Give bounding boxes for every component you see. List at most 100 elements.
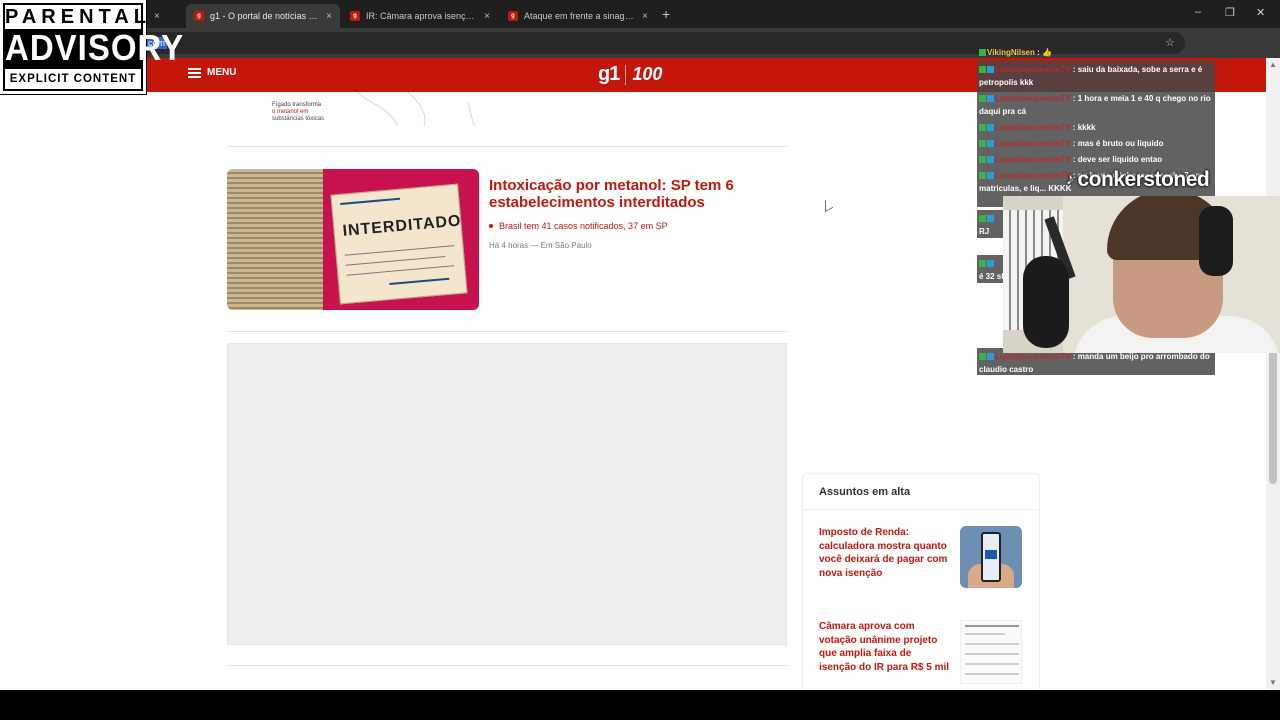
notice-heading: INTERDITADO	[341, 212, 463, 240]
chat-badge-icon	[979, 172, 986, 180]
hamburger-icon	[188, 67, 201, 78]
chat-badge-icon	[979, 49, 986, 57]
close-window-button[interactable]: ✕	[1256, 6, 1265, 19]
chat-badge-icon	[979, 95, 986, 103]
maximize-button[interactable]: ❐	[1225, 6, 1235, 19]
trending-title: Assuntos em alta	[819, 486, 911, 498]
scrollbar-thumb[interactable]	[1269, 348, 1277, 484]
screen: × g g1 - O portal de notícias da Globo ×…	[0, 0, 1280, 720]
tab-title: g1 - O portal de notícias da Globo	[210, 11, 320, 21]
chat-badge-icon	[979, 353, 986, 361]
notice-line	[345, 256, 446, 266]
browser-tab-bar: × g g1 - O portal de notícias da Globo ×…	[0, 0, 1280, 28]
chat-badge-icon	[987, 353, 994, 361]
trending-item-text[interactable]: Câmara aprova com votação unânime projet…	[819, 620, 951, 674]
article-headline[interactable]: Intoxicação por metanol: SP tem 6 estabe…	[489, 177, 779, 211]
chat-badge-icon	[987, 156, 994, 164]
streamer-handle: ♪ conkerstoned	[1066, 168, 1210, 192]
receita-logo-icon	[985, 550, 997, 559]
microphone-icon	[1023, 256, 1069, 348]
notice-line	[344, 245, 455, 256]
trending-thumbnail[interactable]	[960, 620, 1022, 684]
chat-message: LucasInnocencioTV : saiu da baixada, sob…	[977, 61, 1215, 90]
chat-badge-icon	[979, 124, 986, 132]
close-tab-icon[interactable]: ×	[642, 11, 648, 22]
chat-message: LucasInnocencioTV : mas é bruto ou liqui…	[977, 135, 1215, 151]
g1-logo-text: g1	[598, 63, 620, 85]
article-meta: Há 4 horas — Em São Paulo	[489, 241, 592, 250]
anniversary-100-logo: 100	[632, 64, 663, 84]
tiktok-icon: ♪	[1066, 171, 1074, 188]
chat-username: VikingNilsen	[987, 48, 1035, 57]
chat-text: deve ser liquido entao	[1077, 155, 1163, 164]
g1-favicon-icon: g	[508, 11, 518, 21]
new-tab-button[interactable]: +	[662, 6, 670, 22]
shutter-graphic	[227, 169, 327, 310]
close-tab-icon[interactable]: ×	[326, 11, 332, 22]
ad-placeholder	[227, 343, 787, 645]
advisory-line-2: ADVISORY	[5, 27, 185, 68]
webcam-feed	[1003, 196, 1280, 353]
table-line	[965, 633, 1005, 635]
browser-tab[interactable]: g Ataque em frente a sinagoga d ×	[500, 4, 656, 28]
browser-tab-active[interactable]: g g1 - O portal de notícias da Globo ×	[186, 4, 340, 28]
table-line	[965, 653, 1019, 655]
browser-tab[interactable]: ×	[146, 4, 184, 28]
close-tab-icon[interactable]: ×	[484, 11, 490, 22]
notice-line	[340, 197, 401, 205]
chat-username: LucasInnocencioTV	[995, 94, 1071, 103]
chat-username: LucasInnocencioTV	[995, 123, 1071, 132]
chat-message: LucasInnocencioTV : 1 hora e meia 1 e 40…	[977, 90, 1215, 119]
chat-username: LucasInnocencioTV	[995, 139, 1071, 148]
trending-item[interactable]: Imposto de Renda: calculadora mostra qua…	[819, 526, 1025, 590]
trending-item-text[interactable]: Imposto de Renda: calculadora mostra qua…	[819, 526, 951, 580]
chat-username: LucasInnocencioTV	[995, 65, 1071, 74]
related-link-text: Brasil tem 41 casos notificados, 37 em S…	[499, 221, 668, 231]
chat-badge-icon	[979, 260, 986, 268]
page-scrollbar[interactable]: ▲ ▼	[1266, 58, 1280, 690]
menu-label: MENU	[207, 67, 237, 78]
scroll-down-icon[interactable]: ▼	[1269, 678, 1277, 687]
chat-username: LucasInnocencioTV	[995, 171, 1071, 180]
scroll-up-icon[interactable]: ▲	[1269, 60, 1277, 69]
chat-badge-icon	[987, 172, 994, 180]
chat-badge-icon	[987, 124, 994, 132]
chat-text: RJ	[979, 227, 990, 236]
trending-item[interactable]: Câmara aprova com votação unânime projet…	[819, 620, 1025, 684]
notice-line	[346, 265, 455, 276]
chat-badge-icon	[987, 95, 994, 103]
chat-text: é 32 sl	[979, 272, 1004, 281]
table-line	[965, 673, 1019, 675]
advisory-line-1: PARENTAL	[5, 5, 151, 29]
trending-box: Assuntos em alta Imposto de Renda: calcu…	[802, 473, 1040, 698]
minimize-button[interactable]: –	[1195, 6, 1201, 18]
table-line	[965, 625, 1019, 627]
headphones-icon	[1199, 206, 1233, 276]
previous-article-image[interactable]: Fígado transforma o metanol em substânci…	[268, 92, 478, 126]
site-logo[interactable]: g1 100	[598, 63, 662, 86]
related-link[interactable]: Brasil tem 41 casos notificados, 37 em S…	[489, 221, 668, 231]
chat-badge-icon	[979, 140, 986, 148]
chat-badge-icon	[979, 215, 986, 223]
article-image[interactable]: INTERDITADO	[227, 169, 479, 310]
chat-text: kkkk	[1077, 123, 1096, 132]
parental-advisory-label: PARENTAL ADVISORY EXPLICIT CONTENT	[0, 0, 185, 95]
chat-badge-icon	[987, 260, 994, 268]
notice-line	[389, 277, 450, 285]
trending-thumbnail[interactable]	[960, 526, 1022, 588]
divider	[803, 509, 1039, 510]
chat-message: VikingNilsen : 👍	[977, 44, 1215, 60]
divider	[227, 665, 787, 666]
logo-divider	[625, 64, 627, 85]
close-tab-icon[interactable]: ×	[154, 11, 160, 22]
g1-favicon-icon: g	[194, 11, 204, 21]
table-line	[965, 663, 1019, 665]
g1-favicon-icon: g	[350, 11, 360, 21]
streamer-name: conkerstoned	[1077, 168, 1210, 191]
chat-badge-icon	[987, 66, 994, 74]
menu-button[interactable]: MENU	[188, 67, 236, 78]
chat-message: LucasInnocencioTV : kkkk	[977, 119, 1215, 135]
chat-badge-icon	[979, 66, 986, 74]
liver-sketch-icon	[357, 92, 475, 126]
browser-tab[interactable]: g IR: Câmara aprova isenção para ×	[342, 4, 498, 28]
